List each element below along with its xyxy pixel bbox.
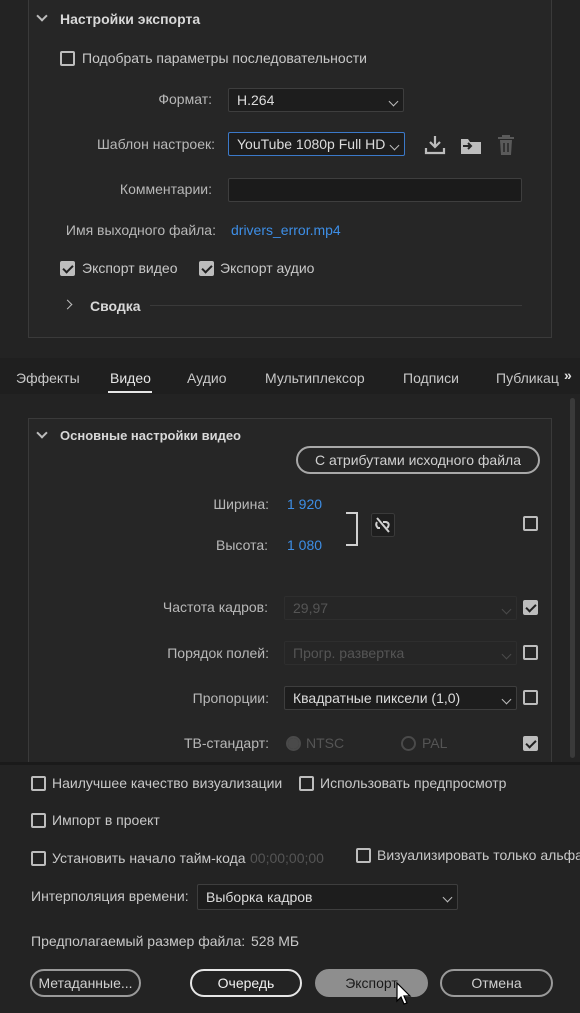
chevron-down-icon	[442, 892, 453, 903]
timecode-value[interactable]: 00;00;00;00	[250, 850, 324, 866]
basic-video-title: Основные настройки видео	[60, 428, 241, 443]
use-previews-label: Использовать предпросмотр	[320, 775, 507, 791]
summary-label[interactable]: Сводка	[90, 298, 141, 314]
chevron-down-icon	[501, 649, 512, 660]
max-render-label: Наилучшее качество визуализации	[52, 775, 283, 791]
tab-audio[interactable]: Аудио	[187, 370, 227, 386]
ntsc-label: NTSC	[306, 735, 345, 751]
export-video-label: Экспорт видео	[82, 260, 178, 276]
framerate-value: 29,97	[293, 600, 329, 616]
filesize-label: Предполагаемый размер файла:	[31, 933, 246, 949]
tab-publish[interactable]: Публикац	[496, 370, 560, 386]
match-sequence-checkbox[interactable]	[60, 51, 75, 66]
mouse-cursor-icon	[396, 982, 412, 1005]
width-label: Ширина:	[213, 496, 269, 512]
export-video-checkbox[interactable]	[60, 261, 75, 276]
divider	[150, 305, 522, 306]
ntsc-radio[interactable]	[286, 736, 301, 751]
interp-value: Выборка кадров	[206, 889, 313, 905]
tab-multiplexer[interactable]: Мультиплексор	[265, 370, 365, 386]
output-name-label: Имя выходного файла:	[65, 222, 216, 238]
filesize-value: 528 МБ	[251, 933, 300, 949]
interp-select[interactable]: Выборка кадров	[197, 884, 458, 910]
dimensions-override-checkbox[interactable]	[523, 516, 538, 531]
tab-captions[interactable]: Подписи	[403, 370, 459, 386]
alpha-only-checkbox[interactable]	[356, 848, 371, 863]
aspect-select[interactable]: Квадратные пиксели (1,0)	[284, 686, 517, 710]
output-name-link[interactable]: drivers_error.mp4	[231, 222, 341, 238]
export-audio-label: Экспорт аудио	[220, 260, 315, 276]
pal-label: PAL	[422, 735, 448, 751]
alpha-only-label: Визуализировать только альфа-	[377, 847, 580, 863]
field-order-value: Прогр. развертка	[293, 645, 405, 661]
comments-label: Комментарии:	[119, 181, 212, 197]
more-tabs-icon[interactable]: »	[564, 367, 572, 383]
field-order-select[interactable]: Прогр. развертка	[284, 641, 517, 665]
framerate-label: Частота кадров:	[162, 599, 268, 615]
save-preset-icon[interactable]	[424, 135, 446, 155]
bottom-divider	[0, 762, 580, 765]
set-timecode-checkbox[interactable]	[31, 851, 46, 866]
preset-label: Шаблон настроек:	[96, 136, 215, 152]
delete-preset-icon[interactable]	[496, 134, 516, 156]
tab-effects[interactable]: Эффекты	[16, 370, 80, 386]
active-tab-underline	[108, 391, 152, 393]
set-timecode-label: Установить начало тайм-кода	[52, 850, 246, 866]
aspect-override-checkbox[interactable]	[523, 690, 538, 705]
match-source-button[interactable]: С атрибутами исходного файла	[296, 446, 540, 474]
scrollbar-thumb[interactable]	[570, 398, 575, 758]
import-checkbox[interactable]	[31, 813, 46, 828]
pal-radio[interactable]	[401, 736, 416, 751]
aspect-value: Квадратные пиксели (1,0)	[293, 690, 461, 706]
height-label: Высота:	[216, 537, 268, 553]
export-settings-title: Настройки экспорта	[60, 11, 201, 27]
cancel-button[interactable]: Отмена	[440, 969, 553, 997]
height-value[interactable]: 1 080	[287, 537, 322, 553]
chevron-down-icon	[501, 604, 512, 615]
framerate-override-checkbox[interactable]	[523, 600, 538, 615]
export-audio-checkbox[interactable]	[199, 261, 214, 276]
unlink-icon[interactable]	[371, 513, 395, 537]
interp-label: Интерполяция времени:	[31, 888, 189, 904]
aspect-label: Пропорции:	[192, 690, 269, 706]
import-preset-icon[interactable]	[459, 136, 483, 156]
format-label: Формат:	[158, 91, 212, 107]
preset-select[interactable]: YouTube 1080p Full HD	[228, 132, 405, 156]
comments-input[interactable]	[228, 178, 522, 202]
use-previews-checkbox[interactable]	[299, 776, 314, 791]
tab-video[interactable]: Видео	[110, 370, 151, 386]
match-sequence-label: Подобрать параметры последовательности	[82, 50, 367, 66]
width-value[interactable]: 1 920	[287, 496, 322, 512]
metadata-button[interactable]: Метаданные...	[30, 969, 141, 997]
framerate-select[interactable]: 29,97	[284, 596, 517, 620]
chevron-down-icon	[501, 694, 512, 705]
format-select[interactable]: H.264	[228, 88, 404, 112]
max-render-checkbox[interactable]	[31, 776, 46, 791]
chevron-down-icon	[389, 140, 400, 151]
field-order-label: Порядок полей:	[167, 645, 269, 661]
import-label: Импорт в проект	[52, 812, 160, 828]
chevron-down-icon	[388, 96, 399, 107]
preset-value: YouTube 1080p Full HD	[237, 136, 386, 152]
link-bracket	[346, 512, 358, 546]
tv-standard-override-checkbox[interactable]	[523, 736, 538, 751]
tv-standard-label: ТВ-стандарт:	[183, 735, 269, 751]
format-value: H.264	[237, 92, 275, 108]
queue-button[interactable]: Очередь	[190, 969, 302, 997]
field-order-override-checkbox[interactable]	[523, 645, 538, 660]
